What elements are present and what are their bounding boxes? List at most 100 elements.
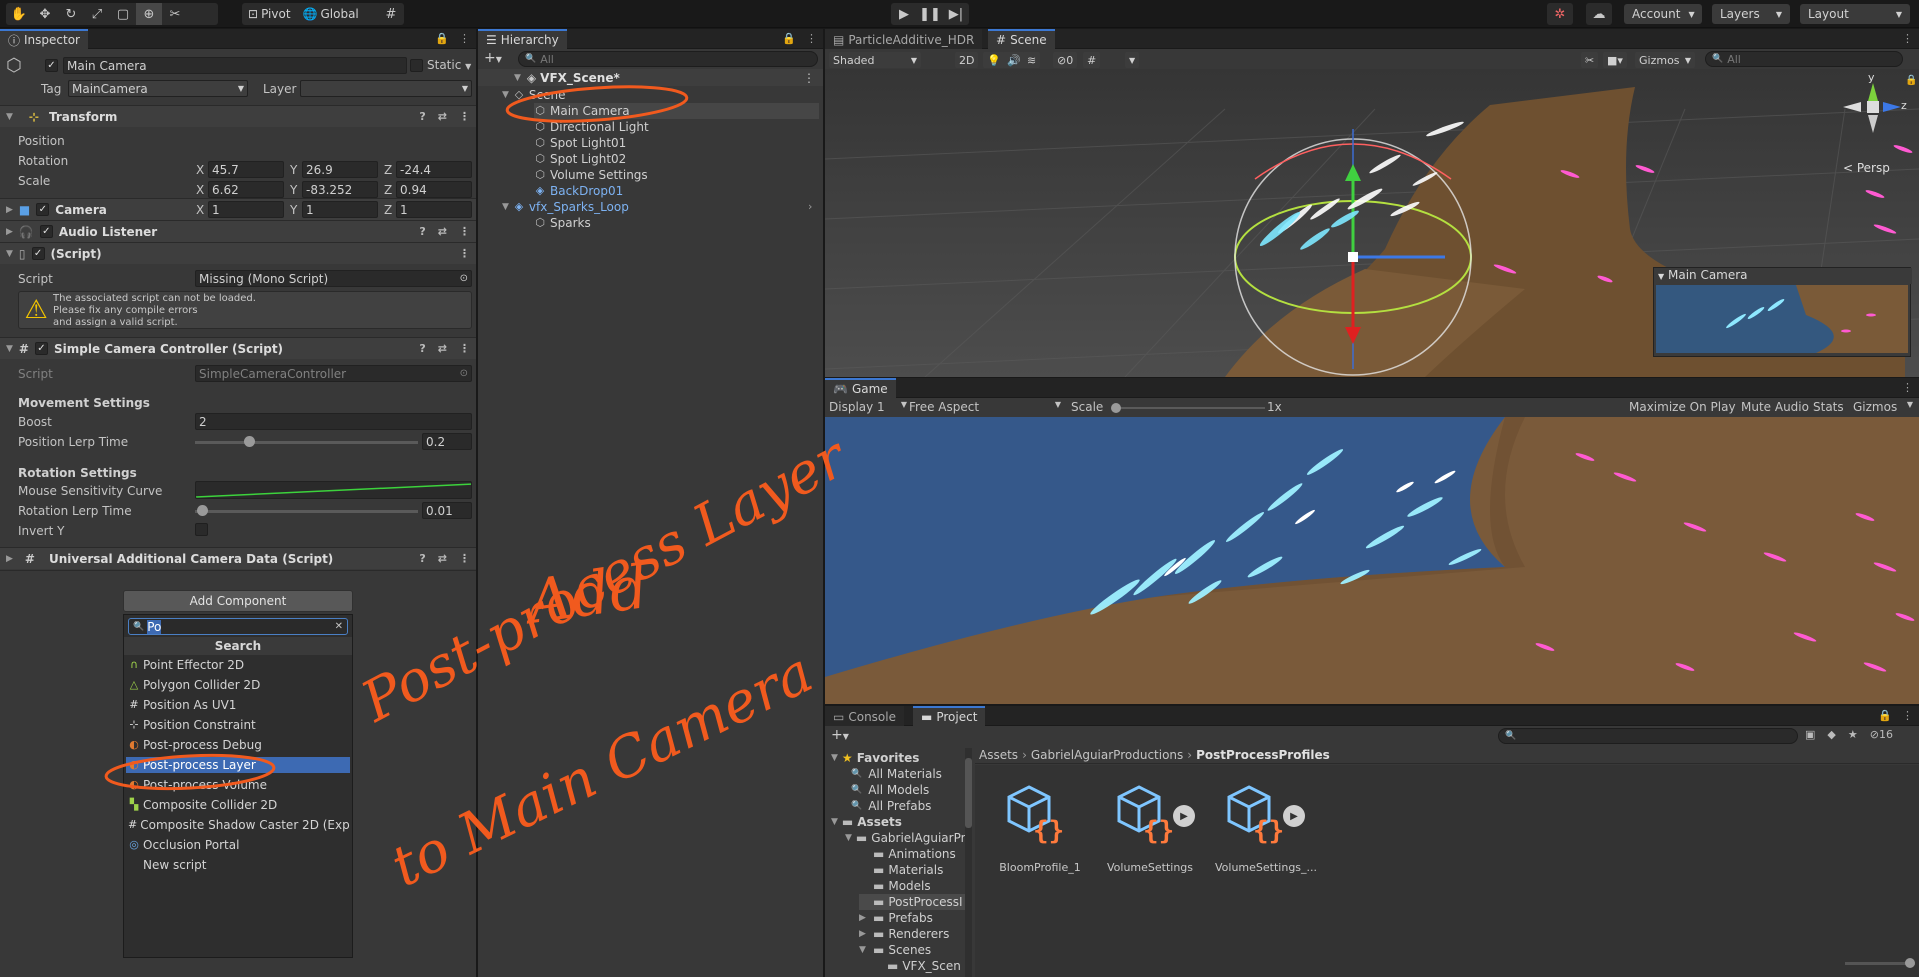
help-icon[interactable]: ? xyxy=(419,342,425,355)
foldout-arrow-icon[interactable]: ▼ xyxy=(859,945,869,955)
game-render[interactable] xyxy=(825,417,1919,704)
kebab-menu-icon[interactable]: ⋮ xyxy=(459,552,470,565)
game-gizmos-dropdown[interactable]: Gizmos ▼ xyxy=(1853,400,1913,414)
filter-type-icon[interactable]: ▣ xyxy=(1805,728,1815,741)
asset-folder-item[interactable]: ▬ Models xyxy=(859,878,965,894)
asset-folder-item[interactable]: ▬ PostProcessI xyxy=(859,894,965,910)
perspective-label[interactable]: < Persp xyxy=(1843,161,1890,175)
position-lerp-slider-track[interactable] xyxy=(195,436,418,447)
play-icon[interactable]: ▶ xyxy=(891,3,917,25)
maximize-on-play-toggle[interactable]: Maximize On Play xyxy=(1629,400,1736,414)
position-z-label[interactable]: Z xyxy=(384,163,392,177)
foldout-arrow-icon[interactable]: ▼ xyxy=(845,833,852,843)
object-picker-icon[interactable]: ⊙ xyxy=(460,273,468,284)
favorite-item[interactable]: 🔍 All Prefabs xyxy=(851,798,931,814)
breadcrumb-item[interactable]: PostProcessProfiles xyxy=(1196,748,1330,762)
asset-folder-item[interactable]: ▬ Materials xyxy=(859,862,965,878)
icon-size-slider[interactable] xyxy=(1845,958,1915,968)
static-dropdown[interactable]: Static ▼ xyxy=(427,58,471,72)
rotation-x-field[interactable]: 6.62 xyxy=(208,181,284,198)
rotation-z-label[interactable]: Z xyxy=(384,183,392,197)
lighting-toggle-icon[interactable]: 💡 xyxy=(983,52,1005,68)
foldout-arrow-icon[interactable]: ▼ xyxy=(502,202,509,212)
preset-icon[interactable]: ⇄ xyxy=(438,552,447,565)
component-result-item[interactable]: # Composite Shadow Caster 2D (Experi xyxy=(126,817,350,833)
tab-inspector[interactable]: ⓘ Inspector xyxy=(0,29,88,49)
preset-icon[interactable]: ⇄ xyxy=(438,225,447,238)
layer-dropdown[interactable]: ▼ xyxy=(300,80,472,97)
foldout-arrow-icon[interactable]: ▶ xyxy=(859,929,869,939)
tab-game[interactable]: 🎮 Game xyxy=(825,378,896,398)
add-component-button[interactable]: Add Component xyxy=(123,590,353,612)
custom-tool-icon[interactable]: ✂ xyxy=(162,3,188,25)
lock-icon[interactable]: 🔒 xyxy=(1878,709,1892,722)
position-y-label[interactable]: Y xyxy=(290,163,297,177)
tab-project[interactable]: ▬ Project xyxy=(913,706,986,726)
create-add-icon[interactable]: +▼ xyxy=(484,50,502,66)
layout-dropdown[interactable]: Layout ▼ xyxy=(1800,4,1910,24)
preset-icon[interactable]: ⇄ xyxy=(438,342,447,355)
expand-subassets-icon[interactable]: ▶ xyxy=(1173,805,1195,827)
asset-folder-item[interactable]: ▬ VFX_Scen xyxy=(873,958,965,974)
scale-slider-thumb[interactable] xyxy=(1111,403,1121,413)
lock-icon[interactable]: 🔒 xyxy=(435,32,449,45)
expand-subassets-icon[interactable]: ▶ xyxy=(1283,805,1305,827)
rect-tool-icon[interactable]: ▢ xyxy=(110,3,136,25)
asset-folder-item[interactable]: ▼ ▬ Scenes xyxy=(859,942,965,958)
layers-dropdown[interactable]: Layers ▼ xyxy=(1712,4,1790,24)
script-enabled-checkbox[interactable]: ✓ xyxy=(31,247,45,260)
audio-toggle-icon[interactable]: 🔊 xyxy=(1003,52,1025,68)
asset-folder-item[interactable]: ▼ ▬ GabrielAguiarPr xyxy=(845,830,965,846)
rotation-x-label[interactable]: X xyxy=(196,183,204,197)
kebab-menu-icon[interactable]: ⋮ xyxy=(459,110,470,123)
component-result-item[interactable]: ◎ Occlusion Portal xyxy=(126,837,350,853)
tab-scene[interactable]: # Scene xyxy=(988,29,1055,49)
tab-hierarchy[interactable]: ☰ Hierarchy xyxy=(478,29,567,49)
kebab-menu-icon[interactable]: ⋮ xyxy=(806,32,817,45)
position-lerp-slider-thumb[interactable] xyxy=(243,436,255,447)
hierarchy-item[interactable]: ⬡ Main Camera xyxy=(534,103,819,119)
tools-icon[interactable]: ✂ xyxy=(1581,52,1599,68)
global-toggle[interactable]: 🌐 Global xyxy=(297,3,365,25)
asset-folder-item[interactable]: ▬ Animations xyxy=(859,846,965,862)
breadcrumb-item[interactable]: Assets xyxy=(979,748,1018,762)
position-y-field[interactable]: 26.9 xyxy=(302,161,378,178)
effects-toggle-icon[interactable]: ≋ xyxy=(1023,52,1041,68)
scene-search-input[interactable]: 🔍 All xyxy=(1705,51,1903,67)
rotation-lerp-field[interactable]: 0.01 xyxy=(422,502,472,519)
orientation-gizmo[interactable]: y z 🔒 xyxy=(1835,71,1917,147)
mute-audio-toggle[interactable]: Mute Audio xyxy=(1741,400,1809,414)
hierarchy-search-input[interactable]: 🔍 All xyxy=(518,51,818,67)
asset-folder-item[interactable]: ▶ ▬ Prefabs xyxy=(859,910,965,926)
rotation-lerp-slider-track[interactable] xyxy=(195,505,418,516)
collab-button[interactable]: ✲ xyxy=(1547,3,1573,25)
camera-enabled-checkbox[interactable]: ✓ xyxy=(36,203,50,216)
rotate-tool-icon[interactable]: ↻ xyxy=(58,3,84,25)
favorites-header[interactable]: ▼ ★ Favorites xyxy=(831,750,919,766)
foldout-arrow-icon[interactable]: ▼ xyxy=(502,90,509,100)
scale-x-label[interactable]: X xyxy=(196,203,204,217)
mouse-sensitivity-curve-field[interactable] xyxy=(195,481,472,499)
hierarchy-item[interactable]: ⬡ Spot Light02 xyxy=(534,151,819,167)
clear-search-icon[interactable]: ✕ xyxy=(335,621,343,632)
scale-y-field[interactable]: 1 xyxy=(302,201,378,218)
component-result-item[interactable]: ⊹ Position Constraint xyxy=(126,717,350,733)
component-result-item[interactable]: # Position As UV1 xyxy=(126,697,350,713)
component-result-item[interactable]: ◐ Post-process Debug xyxy=(126,737,350,753)
scale-slider-track[interactable] xyxy=(1111,403,1265,413)
help-icon[interactable]: ? xyxy=(419,110,425,123)
lock-icon[interactable]: 🔒 xyxy=(1905,75,1917,86)
asset-tile[interactable]: {} ▶ VolumeSettings_... xyxy=(1215,773,1317,874)
scene-viewport[interactable]: y z 🔒 < Persp ▼ Main Camera xyxy=(825,69,1919,377)
component-result-item[interactable]: New script xyxy=(126,857,350,873)
lock-icon[interactable]: 🔒 xyxy=(782,32,796,45)
hand-tool-icon[interactable]: ✋ xyxy=(6,3,32,25)
position-x-label[interactable]: X xyxy=(196,163,204,177)
cloud-button[interactable]: ☁ xyxy=(1586,3,1612,25)
hierarchy-item[interactable]: ⬡ Sparks xyxy=(534,215,819,231)
position-x-field[interactable]: 45.7 xyxy=(208,161,284,178)
kebab-menu-icon[interactable]: ⋮ xyxy=(459,342,470,355)
hierarchy-item[interactable]: ⬡ Spot Light01 xyxy=(534,135,819,151)
rotation-lerp-slider-thumb[interactable] xyxy=(197,505,209,516)
move-tool-icon[interactable]: ✥ xyxy=(32,3,58,25)
